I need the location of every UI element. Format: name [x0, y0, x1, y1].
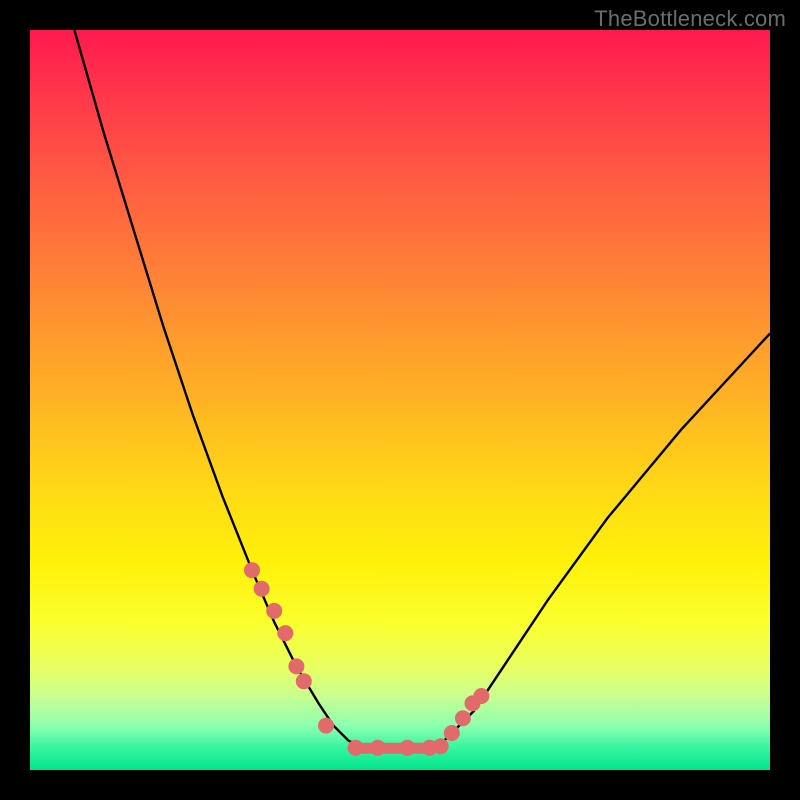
watermark-text: TheBottleneck.com	[594, 6, 786, 32]
marker-dot	[277, 625, 293, 641]
marker-dot	[296, 673, 312, 689]
marker-dot	[473, 688, 489, 704]
chart-frame: TheBottleneck.com	[0, 0, 800, 800]
marker-dot	[318, 718, 334, 734]
marker-dot	[455, 710, 471, 726]
curve-layer	[30, 30, 770, 770]
marker-dot	[254, 581, 270, 597]
bottleneck-curve	[74, 30, 770, 748]
highlighted-points	[244, 562, 489, 756]
plot-area	[30, 30, 770, 770]
marker-dot	[288, 658, 304, 674]
marker-dot	[444, 725, 460, 741]
marker-dot	[244, 562, 260, 578]
flat-bottom-bar	[348, 743, 437, 754]
marker-dot	[266, 603, 282, 619]
